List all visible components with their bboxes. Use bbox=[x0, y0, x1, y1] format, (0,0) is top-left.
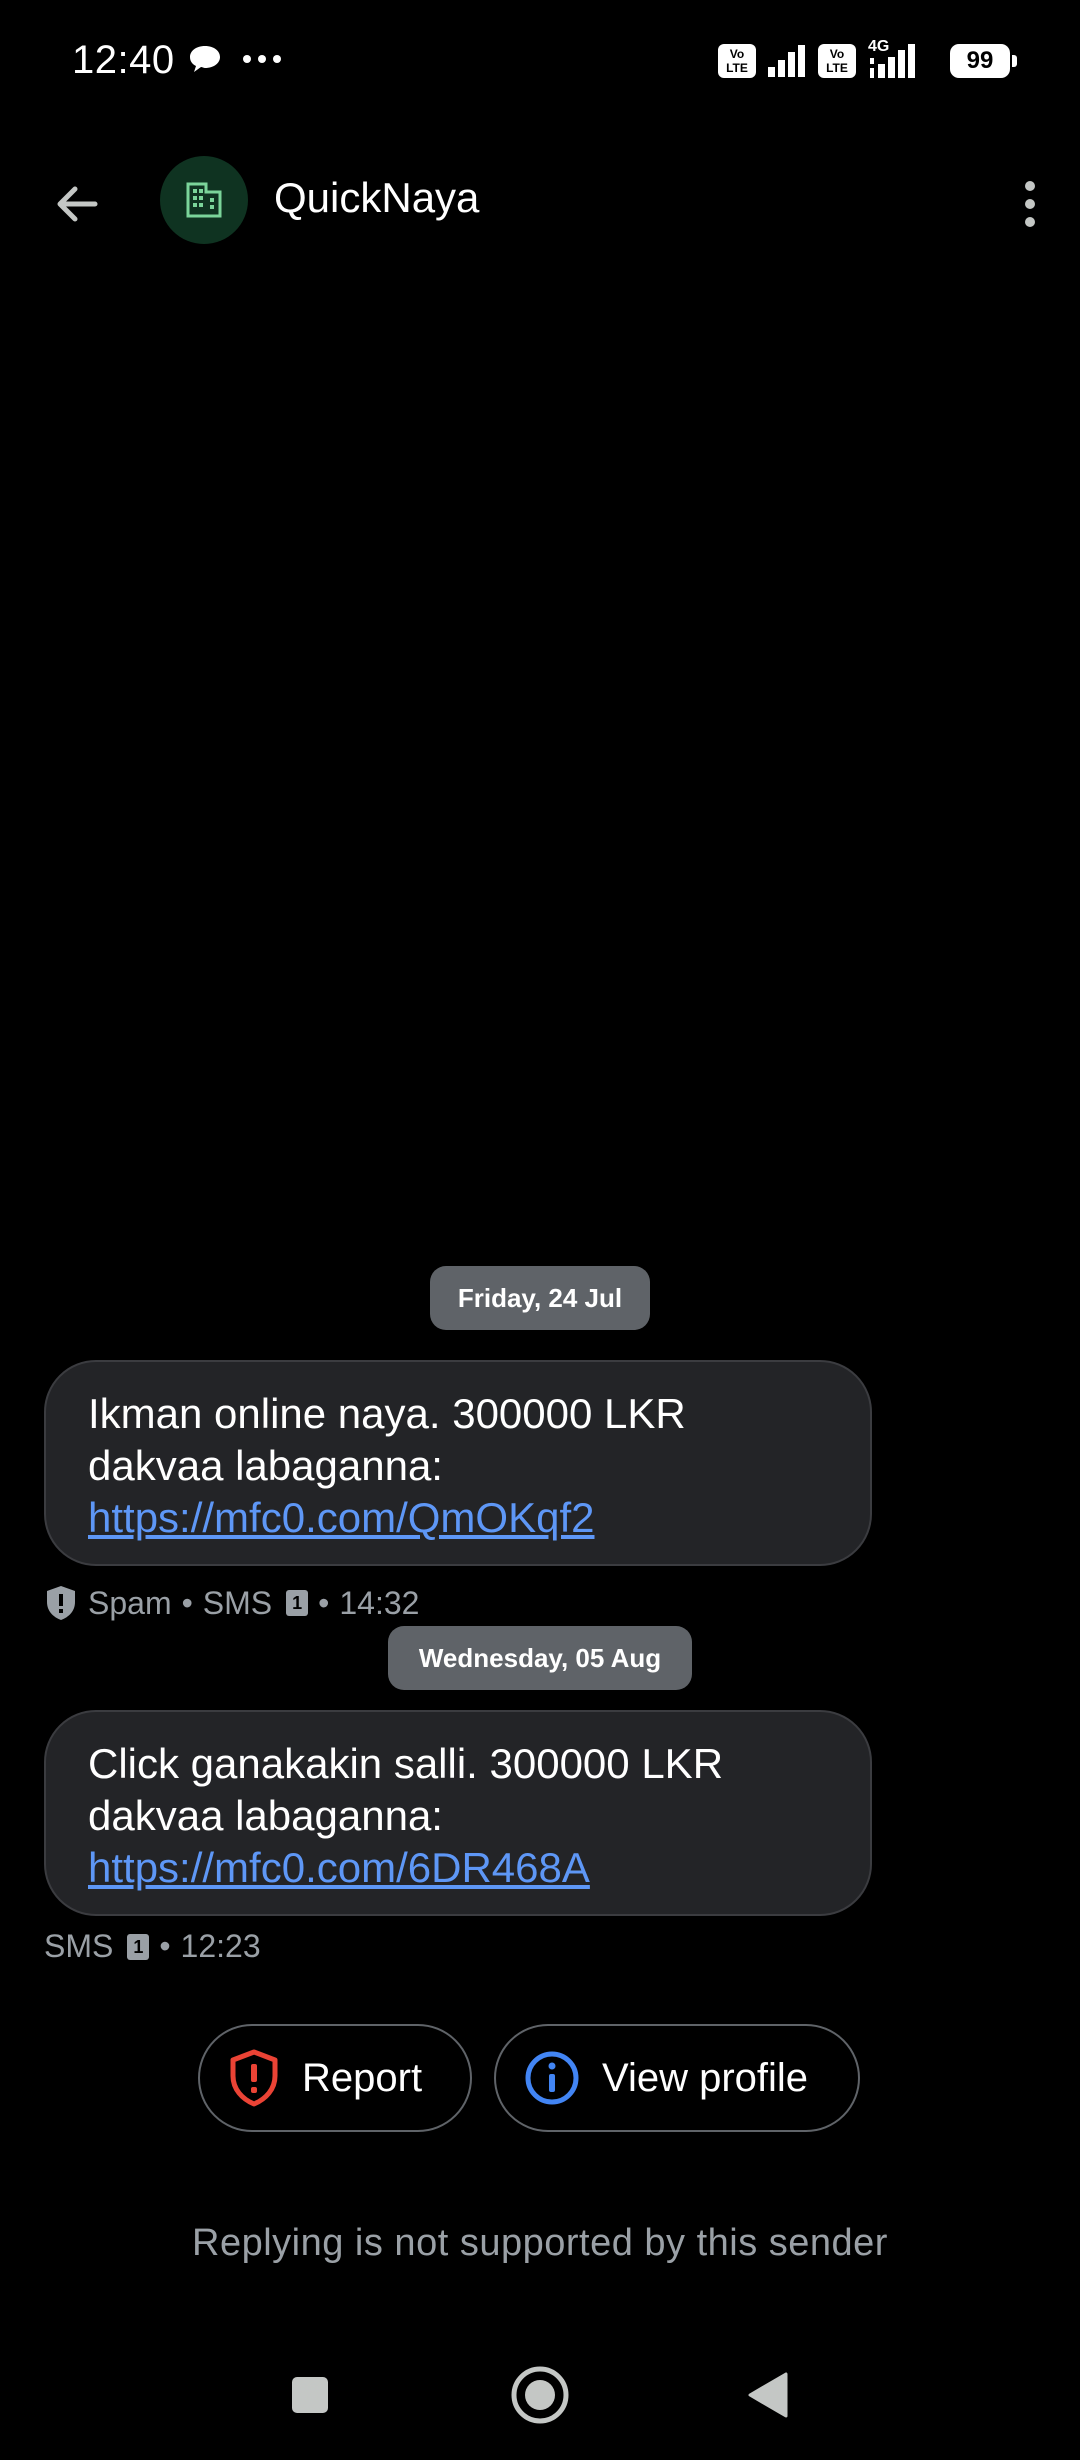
separator: • bbox=[159, 1928, 171, 1964]
more-vert-icon bbox=[1025, 181, 1035, 227]
status-time: 12:40 bbox=[72, 38, 175, 82]
sender-name[interactable]: QuickNaya bbox=[274, 174, 479, 222]
back-arrow-icon bbox=[57, 186, 98, 222]
sim-badge: 1 bbox=[286, 1590, 309, 1616]
more-options-button[interactable] bbox=[998, 168, 1062, 240]
volte-icon: Vo LTE bbox=[718, 44, 756, 78]
date-divider: Friday, 24 Jul bbox=[430, 1266, 650, 1330]
message-link[interactable]: https://mfc0.com/QmOKqf2 bbox=[88, 1492, 594, 1544]
message-bubble[interactable]: Click ganakakin salli. 300000 LKR dakvaa… bbox=[44, 1710, 872, 1916]
message-time: 12:23 bbox=[180, 1928, 261, 1964]
report-button[interactable]: Report bbox=[198, 2024, 472, 2132]
separator: • bbox=[181, 1584, 193, 1621]
app-bar: QuickNaya bbox=[0, 140, 1080, 260]
back-nav-button[interactable] bbox=[728, 2355, 808, 2435]
sim-badge: 1 bbox=[127, 1933, 150, 1960]
separator: • bbox=[318, 1584, 330, 1621]
date-divider: Wednesday, 05 Aug bbox=[388, 1626, 692, 1690]
info-icon bbox=[525, 2051, 579, 2105]
message-text: Click ganakakin salli. 300000 LKR dakvaa… bbox=[88, 1740, 724, 1839]
spam-label: Spam bbox=[88, 1584, 172, 1621]
message-type-label: SMS bbox=[202, 1584, 273, 1621]
building-icon bbox=[186, 182, 222, 218]
chat-notification-icon bbox=[190, 46, 220, 72]
network-type-signal: 4G bbox=[866, 38, 924, 80]
home-button[interactable] bbox=[500, 2355, 580, 2435]
spam-shield-icon bbox=[47, 1586, 75, 1620]
status-system-icons: Vo LTE Vo LTE 4G 99 bbox=[718, 38, 1017, 80]
message-text: Ikman online naya. 300000 LKR dakvaa lab… bbox=[88, 1390, 686, 1489]
message-meta: SMS 1 • 12:23 bbox=[44, 1928, 261, 1965]
square-icon bbox=[292, 2377, 328, 2413]
message-link[interactable]: https://mfc0.com/6DR468A bbox=[88, 1842, 590, 1894]
view-profile-button[interactable]: View profile bbox=[494, 2024, 860, 2132]
signal-icon bbox=[768, 45, 805, 77]
report-shield-icon bbox=[230, 2049, 278, 2107]
avatar[interactable] bbox=[160, 156, 248, 244]
reply-not-supported-notice: Replying is not supported by this sender bbox=[192, 2222, 888, 2264]
message-time: 14:32 bbox=[339, 1584, 420, 1621]
report-label: Report bbox=[302, 2055, 423, 2100]
recents-button[interactable] bbox=[270, 2355, 350, 2435]
status-bar: 12:40 Vo LTE Vo LTE 4G 99 bbox=[0, 0, 1080, 130]
message-type-label: SMS bbox=[44, 1928, 114, 1964]
volte-icon-sim2: Vo LTE bbox=[818, 44, 856, 78]
message-meta: Spam • SMS 1 • 14:32 bbox=[44, 1584, 419, 1622]
back-button[interactable] bbox=[40, 168, 112, 240]
more-notifications-icon bbox=[243, 55, 281, 63]
status-notification-icons bbox=[188, 44, 282, 74]
message-bubble[interactable]: Ikman online naya. 300000 LKR dakvaa lab… bbox=[44, 1360, 872, 1566]
battery-icon: 99 bbox=[950, 44, 1017, 78]
view-profile-label: View profile bbox=[602, 2055, 809, 2100]
signal-icon-sim2 bbox=[870, 44, 915, 78]
home-circle-icon bbox=[511, 2366, 569, 2424]
triangle-back-icon bbox=[748, 2372, 788, 2418]
